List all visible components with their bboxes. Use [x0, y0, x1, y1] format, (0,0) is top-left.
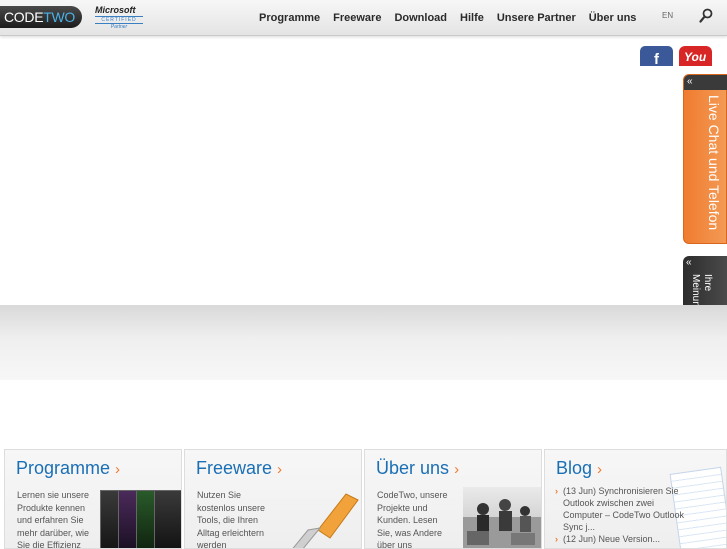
nav-item-freeware[interactable]: Freeware: [333, 12, 381, 24]
chat-expand-icon: «: [684, 75, 727, 90]
freeware-title-text: Freeware: [196, 458, 273, 478]
nav-item-download[interactable]: Download: [394, 12, 447, 24]
freeware-box[interactable]: Freeware › Nutzen Sie kostenlos unsere T…: [184, 449, 362, 549]
chevron-right-icon: ›: [277, 461, 283, 478]
content-band: [0, 305, 727, 380]
team-photo-graphic: [463, 499, 541, 548]
about-box[interactable]: Über uns › CodeTwo, unsere Projekte und …: [364, 449, 542, 549]
freeware-box-text: Nutzen Sie kostenlos unsere Tools, die I…: [197, 489, 266, 548]
freeware-text-line: Tools, die Ihren: [197, 515, 259, 525]
nav-item-hilfe[interactable]: Hilfe: [460, 12, 484, 24]
feedback-expand-icon: «: [686, 257, 692, 268]
freeware-text-line: Alltag erleichtern: [197, 527, 265, 538]
product-box-image: [154, 490, 181, 548]
programme-text-line: Produkte kennen: [17, 502, 86, 513]
top-navigation-bar: CODETWO Microsoft CERTIFIED Partner Prog…: [0, 0, 727, 36]
about-text-line: Projekte und: [377, 502, 428, 513]
facebook-icon[interactable]: f: [640, 46, 673, 66]
blog-post-text: (12 Jun) Neue Version...: [563, 534, 661, 544]
trowel-icon: [292, 493, 359, 548]
programme-text-line: mehr darüber, wie: [17, 527, 90, 538]
freeware-text-line: Nutzen Sie: [197, 490, 242, 500]
ms-badge-line2: CERTIFIED: [95, 16, 143, 24]
freeware-box-title[interactable]: Freeware ›: [196, 458, 282, 479]
about-text-line: Kunden. Lesen: [377, 515, 438, 525]
nav-item-programme[interactable]: Programme: [259, 12, 320, 24]
microsoft-certified-partner-badge: Microsoft CERTIFIED Partner: [95, 6, 143, 32]
chevron-right-icon: ›: [454, 461, 460, 478]
bullet-arrow-icon: ›: [555, 534, 558, 544]
about-text-line: Sie, was Andere: [377, 527, 443, 538]
about-text-line: CodeTwo, unsere: [377, 490, 448, 500]
programme-title-text: Programme: [16, 458, 111, 478]
programme-box-text: Lernen sie unsere Produkte kennen und er…: [17, 489, 90, 548]
about-title-text: Über uns: [376, 458, 450, 478]
blog-box-title[interactable]: Blog ›: [556, 458, 602, 479]
programme-box-title[interactable]: Programme ›: [16, 458, 120, 479]
ms-badge-line3: Partner: [110, 24, 128, 30]
blog-post-text: (13 Jun) Synchronisieren Sie Outlook zwi…: [563, 486, 685, 532]
live-chat-tab[interactable]: « Live Chat und Telefon: [683, 74, 727, 244]
youtube-icon[interactable]: You: [679, 46, 712, 66]
blog-post-list: › (13 Jun) Synchronisieren Sie Outlook zw…: [555, 485, 695, 545]
bullet-arrow-icon: ›: [555, 486, 558, 496]
language-switch[interactable]: EN: [662, 11, 673, 20]
search-icon[interactable]: [699, 8, 713, 24]
nav-item-ueber-uns[interactable]: Über uns: [589, 12, 637, 24]
programme-text-line: Lernen sie unsere: [17, 490, 90, 500]
team-photo: [463, 487, 541, 548]
facebook-letter: f: [654, 51, 659, 66]
blog-post-item[interactable]: › (13 Jun) Synchronisieren Sie Outlook zw…: [555, 485, 695, 533]
programme-text-line: und erfahren Sie: [17, 515, 84, 525]
blog-post-item[interactable]: › (12 Jun) Neue Version...: [555, 533, 695, 545]
logo-code: CODE: [4, 9, 44, 25]
logo-two: TWO: [43, 9, 76, 25]
chevron-right-icon: ›: [597, 461, 603, 478]
about-box-title[interactable]: Über uns ›: [376, 458, 459, 479]
blog-title-text: Blog: [556, 458, 593, 478]
main-nav: Programme Freeware Download Hilfe Unsere…: [259, 0, 649, 35]
chevron-right-icon: ›: [115, 461, 121, 478]
freeware-text-line: kostenlos unsere: [197, 502, 266, 513]
product-boxes-image: [100, 490, 181, 548]
youtube-label: You: [684, 50, 707, 64]
ms-badge-line1: Microsoft: [95, 5, 136, 15]
live-chat-label: Live Chat und Telefon: [706, 95, 722, 231]
blog-box[interactable]: Blog › › (13 Jun) Synchronisieren Sie Out…: [544, 449, 727, 549]
codetwo-logo[interactable]: CODETWO: [0, 6, 82, 28]
about-box-text: CodeTwo, unsere Projekte und Kunden. Les…: [377, 489, 448, 548]
programme-box[interactable]: Programme › Lernen sie unsere Produkte k…: [4, 449, 182, 549]
nav-item-unsere-partner[interactable]: Unsere Partner: [497, 12, 576, 24]
